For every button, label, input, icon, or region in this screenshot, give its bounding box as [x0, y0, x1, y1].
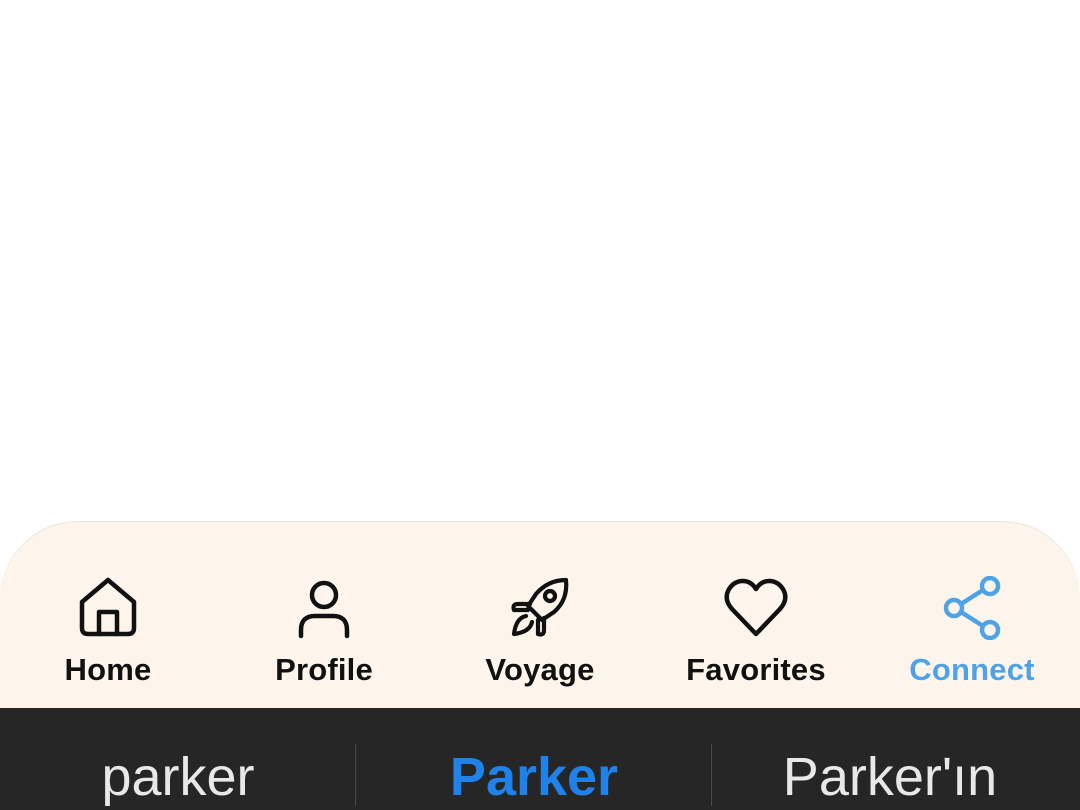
- suggestion-3[interactable]: Parker'ın: [712, 708, 1068, 810]
- keyboard-suggestion-bar: parker Parker Parker'ın: [0, 708, 1080, 810]
- nav-item-connect[interactable]: Connect: [864, 576, 1080, 696]
- suggestion-1-text: parker: [101, 747, 255, 807]
- person-icon: [292, 576, 356, 640]
- nav-label-profile: Profile: [275, 652, 373, 687]
- nav-item-favorites[interactable]: Favorites: [648, 576, 864, 696]
- nav-item-home[interactable]: Home: [0, 576, 216, 696]
- bottom-navigation-bar: Home Profile Voyage Favorites Connect: [0, 522, 1080, 708]
- nav-item-profile[interactable]: Profile: [216, 576, 432, 696]
- home-icon: [76, 576, 140, 640]
- nav-label-connect: Connect: [909, 652, 1035, 687]
- suggestion-2-text: Parker: [449, 747, 619, 807]
- suggestion-3-text: Parker'ın: [782, 747, 998, 807]
- rocket-icon: [508, 576, 572, 640]
- heart-icon: [724, 576, 788, 640]
- nav-label-home: Home: [64, 652, 152, 687]
- suggestion-2[interactable]: Parker: [356, 708, 712, 810]
- nav-item-voyage[interactable]: Voyage: [432, 576, 648, 696]
- content-area: [0, 0, 1080, 522]
- nav-label-favorites: Favorites: [686, 652, 826, 687]
- share-icon: [940, 576, 1004, 640]
- nav-label-voyage: Voyage: [485, 652, 595, 687]
- suggestion-1[interactable]: parker: [0, 708, 356, 810]
